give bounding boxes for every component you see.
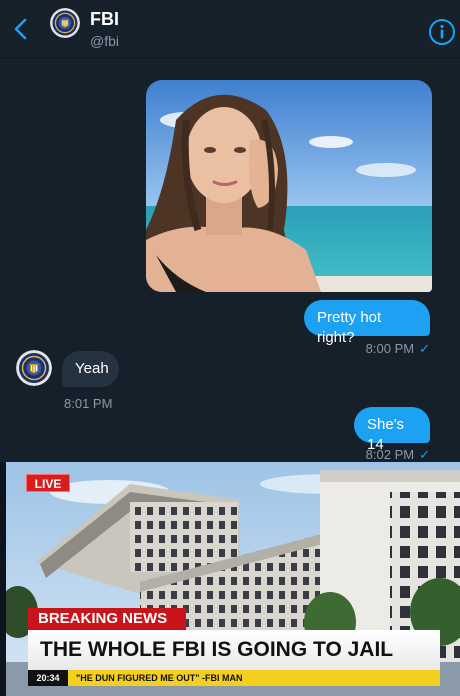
- sent-check-icon: ✓: [419, 341, 430, 356]
- message-bubble-outgoing[interactable]: She's 14: [354, 407, 430, 453]
- live-badge: LIVE: [26, 474, 70, 492]
- frame-edge: [0, 462, 6, 696]
- contact-handle: @fbi: [90, 33, 119, 49]
- avatar[interactable]: [50, 8, 80, 38]
- ticker-time: 20:34: [28, 670, 68, 686]
- fbi-seal-icon: [16, 350, 52, 386]
- message-timestamp: 8:02 PM ✓: [366, 447, 430, 463]
- photo-image: [146, 80, 432, 292]
- contact-name[interactable]: FBI: [90, 9, 119, 30]
- timestamp-text: 8:02 PM: [365, 447, 415, 462]
- ticker-text: "HE DUN FIGURED ME OUT" -FBI MAN: [76, 673, 243, 683]
- news-headline: THE WHOLE FBI IS GOING TO JAIL: [28, 630, 440, 670]
- breaking-news-label: BREAKING NEWS: [28, 608, 186, 630]
- message-timestamp: 8:01 PM: [64, 396, 113, 411]
- avatar[interactable]: [16, 350, 52, 386]
- chevron-left-icon[interactable]: [10, 16, 32, 42]
- news-ticker: 20:34 "HE DUN FIGURED ME OUT" -FBI MAN: [28, 670, 440, 686]
- info-circle-icon[interactable]: [428, 18, 456, 46]
- fbi-seal-icon: [50, 8, 80, 38]
- conversation-header: FBI @fbi: [0, 0, 460, 58]
- message-bubble-outgoing[interactable]: Pretty hot right?: [304, 300, 430, 346]
- image-message[interactable]: [146, 80, 432, 292]
- sent-check-icon: ✓: [419, 447, 430, 462]
- breaking-news-image: LIVE BREAKING NEWS THE WHOLE FBI IS GOIN…: [0, 462, 460, 696]
- message-bubble-incoming[interactable]: Yeah: [62, 351, 119, 387]
- dm-conversation: FBI @fbi Pretty hot right? 8:00 PM ✓ Yea…: [0, 0, 460, 462]
- timestamp-text: 8:00 PM: [365, 341, 415, 356]
- message-timestamp: 8:00 PM ✓: [366, 341, 430, 357]
